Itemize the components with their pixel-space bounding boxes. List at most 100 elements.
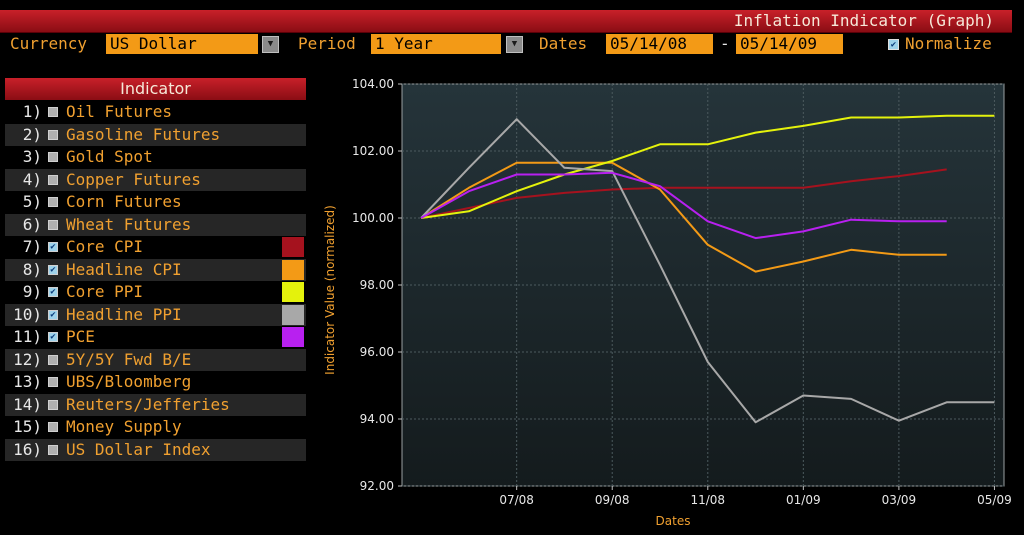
controls-bar: Currency US Dollar ▼ Period 1 Year ▼ Dat…: [0, 32, 1024, 56]
indicator-number: 1): [22, 102, 42, 121]
indicator-row[interactable]: 2) Gasoline Futures: [5, 123, 306, 146]
chart-area: 92.00 94.00 96.00 98.00 100.00 102.00 104.00 07…: [306, 56, 1024, 531]
indicator-checkbox[interactable]: [48, 444, 58, 455]
indicator-panel-header: Indicator: [5, 78, 306, 100]
indicator-checkbox[interactable]: [48, 174, 58, 185]
indicator-row[interactable]: 15) Money Supply: [5, 416, 306, 438]
indicator-label: PCE: [66, 327, 95, 346]
indicator-row[interactable]: 3) Gold Spot: [5, 146, 306, 168]
date-to-field[interactable]: 05/14/09: [736, 34, 843, 54]
indicator-label: Corn Futures: [66, 192, 182, 211]
date-from-field[interactable]: 05/14/08: [606, 34, 713, 54]
indicator-number: 8): [22, 259, 42, 279]
indicator-row[interactable]: 14) Reuters/Jefferies: [5, 393, 306, 416]
indicator-number: 15): [13, 417, 42, 436]
y-tick-label: 100.00: [352, 211, 394, 225]
indicator-row[interactable]: 13) UBS/Bloomberg: [5, 371, 306, 393]
indicator-row[interactable]: 12) 5Y/5Y Fwd B/E: [5, 348, 306, 371]
indicator-label: Gasoline Futures: [66, 124, 221, 144]
indicator-panel: Indicator 1) Oil Futures 2) Gasoline Future…: [5, 78, 306, 531]
indicator-row[interactable]: 10) ✔ Headline PPI: [5, 303, 306, 326]
indicator-label: Core CPI: [66, 237, 144, 256]
indicator-color-swatch[interactable]: [282, 259, 304, 280]
y-tick-label: 104.00: [352, 77, 394, 91]
indicator-label: Oil Futures: [66, 102, 172, 121]
period-label: Period: [298, 34, 356, 53]
indicator-label: Headline PPI: [66, 304, 182, 324]
indicator-number: 6): [22, 214, 42, 234]
indicator-row[interactable]: 9) ✔ Core PPI: [5, 281, 306, 303]
indicator-number: 2): [22, 124, 42, 144]
indicator-row[interactable]: 8) ✔ Headline CPI: [5, 258, 306, 281]
indicator-label: US Dollar Index: [66, 439, 211, 459]
indicator-row[interactable]: 1) Oil Futures: [5, 101, 306, 123]
indicator-label: Money Supply: [66, 417, 182, 436]
indicator-number: 11): [13, 327, 42, 346]
indicator-label: Core PPI: [66, 282, 144, 301]
normalize-checkbox[interactable]: ✔: [888, 39, 899, 50]
indicator-color-swatch[interactable]: [282, 282, 304, 302]
indicator-row[interactable]: 6) Wheat Futures: [5, 213, 306, 236]
y-tick-label: 98.00: [360, 278, 394, 292]
y-tick-label: 92.00: [360, 479, 394, 493]
date-separator: -: [720, 34, 730, 53]
indicator-label: Wheat Futures: [66, 214, 192, 234]
indicator-label: Copper Futures: [66, 169, 201, 189]
currency-select[interactable]: US Dollar: [106, 34, 258, 54]
period-select[interactable]: 1 Year: [371, 34, 501, 54]
x-tick-label: 09/08: [595, 493, 630, 507]
indicator-checkbox[interactable]: [48, 129, 58, 140]
currency-dropdown-button[interactable]: ▼: [262, 36, 279, 53]
y-axis-label: Indicator Value (normalized): [323, 205, 337, 375]
indicator-checkbox[interactable]: [48, 422, 58, 432]
indicator-checkbox[interactable]: ✔: [48, 332, 58, 342]
indicator-color-swatch[interactable]: [282, 327, 304, 347]
x-tick-label: 01/09: [786, 493, 821, 507]
indicator-number: 16): [13, 439, 42, 459]
indicator-checkbox[interactable]: [48, 152, 58, 162]
indicator-checkbox[interactable]: [48, 354, 58, 365]
indicator-checkbox[interactable]: ✔: [48, 287, 58, 297]
chevron-down-icon: ▼: [511, 39, 518, 49]
x-tick-label: 07/08: [499, 493, 534, 507]
indicator-checkbox[interactable]: ✔: [48, 242, 58, 252]
x-tick-label: 05/09: [977, 493, 1012, 507]
indicator-row[interactable]: 7) ✔ Core CPI: [5, 236, 306, 258]
indicator-label: 5Y/5Y Fwd B/E: [66, 349, 192, 369]
x-axis-label: Dates: [656, 514, 691, 528]
period-dropdown-button[interactable]: ▼: [506, 36, 523, 53]
currency-label: Currency: [10, 34, 88, 53]
indicator-number: 13): [13, 372, 42, 391]
y-tick-label: 102.00: [352, 144, 394, 158]
indicator-number: 5): [22, 192, 42, 211]
chevron-down-icon: ▼: [267, 39, 274, 49]
indicator-checkbox[interactable]: [48, 197, 58, 207]
indicator-number: 10): [13, 304, 42, 324]
y-tick-label: 96.00: [360, 345, 394, 359]
indicator-checkbox[interactable]: [48, 107, 58, 117]
indicator-checkbox[interactable]: ✔: [48, 264, 58, 275]
title-bar: Inflation Indicator (Graph): [0, 10, 1012, 33]
x-tick-label: 03/09: [882, 493, 917, 507]
dates-label: Dates: [539, 34, 588, 53]
indicator-row[interactable]: 5) Corn Futures: [5, 191, 306, 213]
indicator-color-swatch[interactable]: [282, 304, 304, 325]
indicator-number: 12): [13, 349, 42, 369]
indicator-checkbox[interactable]: [48, 219, 58, 230]
indicator-row[interactable]: 16) US Dollar Index: [5, 438, 306, 461]
indicator-color-swatch[interactable]: [282, 237, 304, 257]
indicator-number: 7): [22, 237, 42, 256]
line-chart: 92.00 94.00 96.00 98.00 100.00 102.00 104.00 07…: [323, 77, 1012, 528]
indicator-number: 14): [13, 394, 42, 414]
indicator-number: 3): [22, 147, 42, 166]
indicator-number: 9): [22, 282, 42, 301]
indicator-label: Reuters/Jefferies: [66, 394, 230, 414]
indicator-checkbox[interactable]: ✔: [48, 309, 58, 320]
indicator-checkbox[interactable]: [48, 399, 58, 410]
normalize-label: Normalize: [905, 34, 992, 53]
indicator-row[interactable]: 11) ✔ PCE: [5, 326, 306, 348]
window-title: Inflation Indicator (Graph): [733, 11, 994, 30]
indicator-checkbox[interactable]: [48, 377, 58, 387]
indicator-row[interactable]: 4) Copper Futures: [5, 168, 306, 191]
indicator-label: Headline CPI: [66, 259, 182, 279]
